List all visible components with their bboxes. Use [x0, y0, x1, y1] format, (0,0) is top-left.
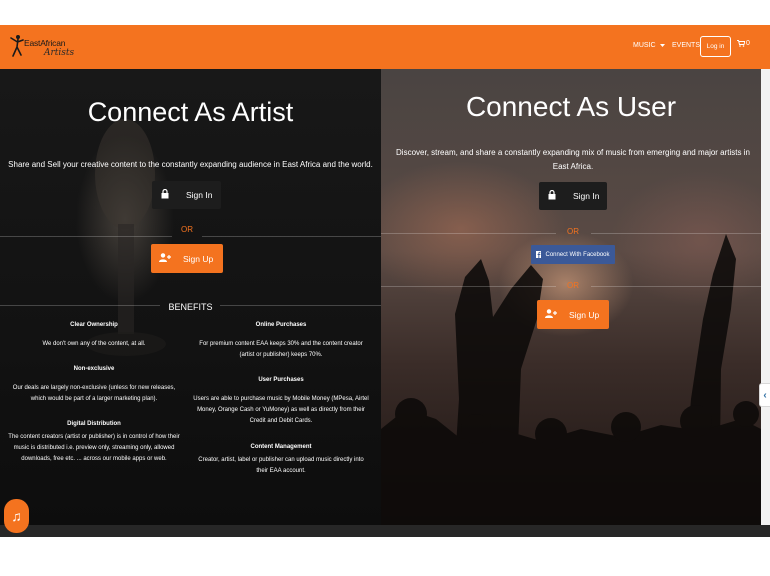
- divider-right: [591, 233, 761, 234]
- benefit-heading: Clear Ownership: [70, 322, 118, 328]
- cart-count: 0: [746, 40, 750, 47]
- benefit-heading: Digital Distribution: [67, 421, 121, 427]
- divider-left: [0, 236, 172, 237]
- facebook-label: Connect With Facebook: [545, 251, 610, 258]
- user-signin-label: Sign In: [573, 191, 600, 201]
- benefit-heading: User Purchases: [258, 377, 304, 383]
- caret-down-icon: [659, 43, 665, 47]
- logo-text-script: Artists: [44, 48, 75, 58]
- user-signin-button[interactable]: Sign In: [539, 182, 607, 210]
- music-player-button[interactable]: ♫: [4, 499, 29, 533]
- artist-panel: Connect As Artist Share and Sell your cr…: [0, 69, 381, 525]
- user-panel: Connect As User Discover, stream, and sh…: [381, 69, 761, 525]
- facebook-icon: [536, 251, 542, 258]
- music-note-icon: ♫: [11, 508, 22, 524]
- lock-icon: [161, 189, 169, 199]
- user-or-label-2: OR: [567, 281, 579, 290]
- artist-signup-label: Sign Up: [183, 254, 214, 264]
- bottom-player-bar: [0, 525, 770, 537]
- nav-music-label: MUSIC: [633, 42, 656, 49]
- cart-icon: [737, 40, 745, 47]
- user-signup-button[interactable]: Sign Up: [537, 300, 609, 329]
- login-button[interactable]: Log in: [700, 36, 731, 57]
- benefit-heading: Non-exclusive: [73, 366, 115, 372]
- scrollbar-track[interactable]: [761, 69, 770, 525]
- benefit-text: Creator, artist, label or publisher can …: [198, 457, 364, 474]
- user-title: Connect As User: [465, 91, 677, 122]
- artist-subtitle: Share and Sell your creative content to …: [8, 160, 373, 169]
- benefit-text: The content creators (artist or publishe…: [8, 434, 180, 462]
- lock-icon: [548, 190, 556, 200]
- user-plus-icon: [545, 309, 557, 318]
- user-plus-icon: [159, 253, 171, 262]
- nav-events-link[interactable]: EVENTS: [672, 42, 700, 49]
- artist-signup-button[interactable]: Sign Up: [151, 244, 223, 273]
- artist-title: Connect As Artist: [87, 97, 294, 127]
- artist-signin-label: Sign In: [186, 190, 213, 200]
- artist-or-label: OR: [181, 225, 193, 234]
- logo-text-main: EastAfrican: [24, 38, 66, 48]
- benefit-text: Our deals are largely non-exclusive (unl…: [12, 385, 176, 402]
- nav-music-dropdown[interactable]: MUSIC: [633, 42, 665, 49]
- divider-left: [381, 286, 556, 287]
- dancer-logo-icon: [10, 35, 24, 57]
- concert-crowd-background-image: [381, 234, 761, 525]
- benefit-text: We don't own any of the content, at all.: [42, 341, 146, 347]
- divider-right: [591, 286, 761, 287]
- connect-facebook-button[interactable]: Connect With Facebook: [531, 245, 615, 264]
- benefit-heading: Content Management: [250, 444, 312, 450]
- benefit-heading: Online Purchases: [255, 322, 307, 328]
- chevron-left-icon: ‹: [763, 389, 767, 401]
- benefit-text: Users are able to purchase music by Mobi…: [193, 396, 369, 424]
- artist-signin-button[interactable]: Sign In: [152, 181, 221, 209]
- user-or-label-1: OR: [567, 227, 579, 236]
- divider-right: [202, 236, 381, 237]
- cart-link[interactable]: 0: [737, 40, 750, 47]
- side-panel-toggle[interactable]: ‹: [759, 383, 770, 407]
- benefit-text: For premium content EAA keeps 30% and th…: [199, 341, 363, 358]
- benefits-title: BENEFITS: [168, 302, 213, 312]
- benefits-divider-right: [220, 305, 381, 306]
- divider-left: [381, 233, 556, 234]
- user-signup-label: Sign Up: [569, 310, 600, 320]
- top-navbar: EastAfrican Artists MUSIC EVENTS Log in …: [0, 25, 770, 69]
- site-logo[interactable]: EastAfrican Artists: [8, 31, 74, 63]
- user-subtitle: Discover, stream, and share a constantly…: [396, 148, 750, 171]
